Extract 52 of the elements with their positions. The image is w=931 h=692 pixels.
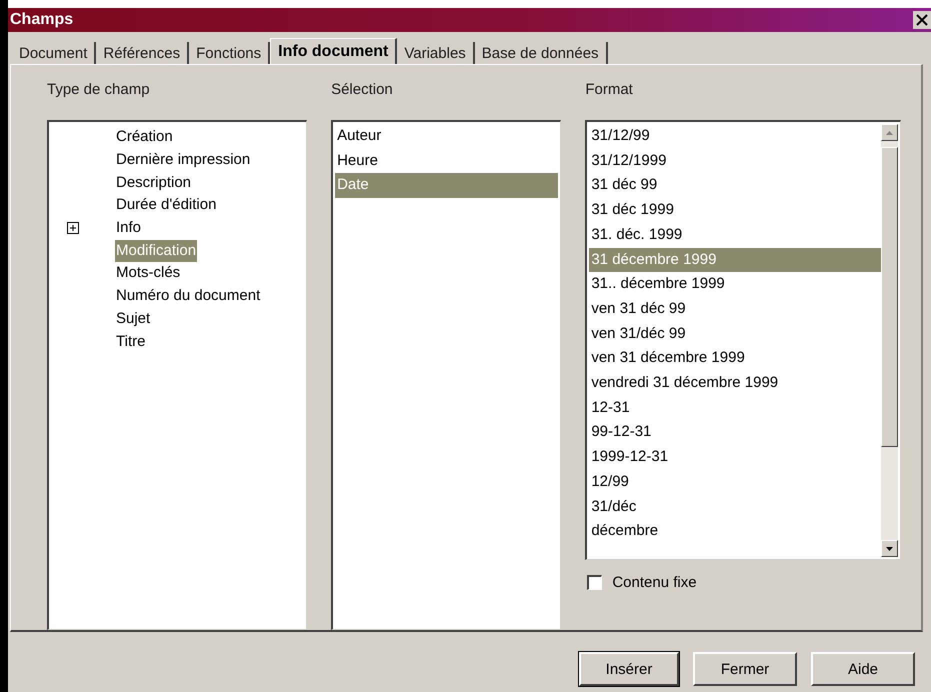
tree-item[interactable]: Info — [115, 217, 142, 240]
list-item[interactable]: 31 décembre 1999 — [589, 248, 881, 272]
list-item[interactable]: 31/12/1999 — [589, 148, 881, 174]
expand-icon[interactable] — [67, 222, 79, 234]
list-item[interactable]: 99-12-31 — [589, 420, 881, 446]
format-list[interactable] — [585, 120, 901, 560]
scroll-up-button[interactable] — [881, 124, 898, 141]
list-item[interactable]: ven 31 déc 99 — [589, 296, 881, 322]
list-item[interactable]: ven 31/déc 99 — [589, 322, 881, 346]
tab[interactable]: Info document — [270, 38, 398, 64]
list-item[interactable]: 31. déc. 1999 — [589, 222, 881, 248]
list-item[interactable]: Heure — [335, 148, 558, 174]
tree-item[interactable]: Création — [115, 126, 174, 148]
list-item[interactable]: ven 31 décembre 1999 — [589, 346, 881, 372]
tree-item[interactable]: Description — [115, 172, 192, 194]
field-label: Format — [585, 81, 634, 98]
list-item[interactable]: Auteur — [335, 124, 558, 149]
scroll-down-button[interactable] — [881, 540, 898, 557]
up-arrow-icon — [886, 130, 893, 134]
scroll-thumb[interactable] — [881, 147, 898, 447]
dialog-button[interactable]: Fermer — [693, 652, 797, 686]
tree-item[interactable]: Modification — [115, 240, 198, 262]
checkbox-label: Contenu fixe — [612, 574, 697, 591]
list-item[interactable]: 1999-12-31 — [589, 445, 881, 470]
list-item[interactable]: 12/99 — [589, 470, 881, 495]
field-type-list[interactable]: Création Dernière impression Description Durée d'édition Info Modification Mots-clés Numéro du document Sujet Titre — [47, 120, 308, 630]
tree-item[interactable]: Durée d'édition — [115, 194, 218, 216]
tree-item[interactable]: Dernière impression — [115, 149, 252, 172]
list-item[interactable]: 31 déc 1999 — [589, 198, 881, 223]
field-label: Type de champ — [47, 81, 151, 98]
tree-item[interactable]: Titre — [115, 330, 146, 353]
checkbox[interactable] — [587, 575, 602, 590]
selection-list[interactable]: Auteur Heure Date — [331, 120, 562, 630]
list-item[interactable]: Date — [335, 173, 558, 198]
tree-item[interactable]: Numéro du document — [115, 285, 262, 308]
dialog-button[interactable]: Aide — [811, 652, 915, 686]
tree-item[interactable]: Mots-clés — [115, 262, 182, 284]
field-label: Sélection — [331, 81, 394, 98]
close-button[interactable] — [913, 11, 931, 29]
list-item[interactable]: vendredi 31 décembre 1999 — [589, 371, 881, 396]
tree-item[interactable]: Sujet — [115, 308, 152, 330]
dialog-button[interactable]: Insérer — [579, 652, 679, 686]
window-title: Champs — [10, 11, 74, 29]
list-item[interactable]: 31.. décembre 1999 — [589, 272, 881, 297]
close-icon — [916, 14, 928, 26]
down-arrow-icon — [886, 546, 893, 550]
list-item[interactable]: 31/12/99 — [589, 124, 881, 149]
scrollbar[interactable] — [881, 124, 898, 557]
list-item[interactable]: décembre — [589, 519, 881, 544]
list-item[interactable]: 12-31 — [589, 396, 881, 420]
list-item[interactable]: 31 déc 99 — [589, 173, 881, 198]
list-item[interactable]: 31/déc — [589, 494, 881, 520]
